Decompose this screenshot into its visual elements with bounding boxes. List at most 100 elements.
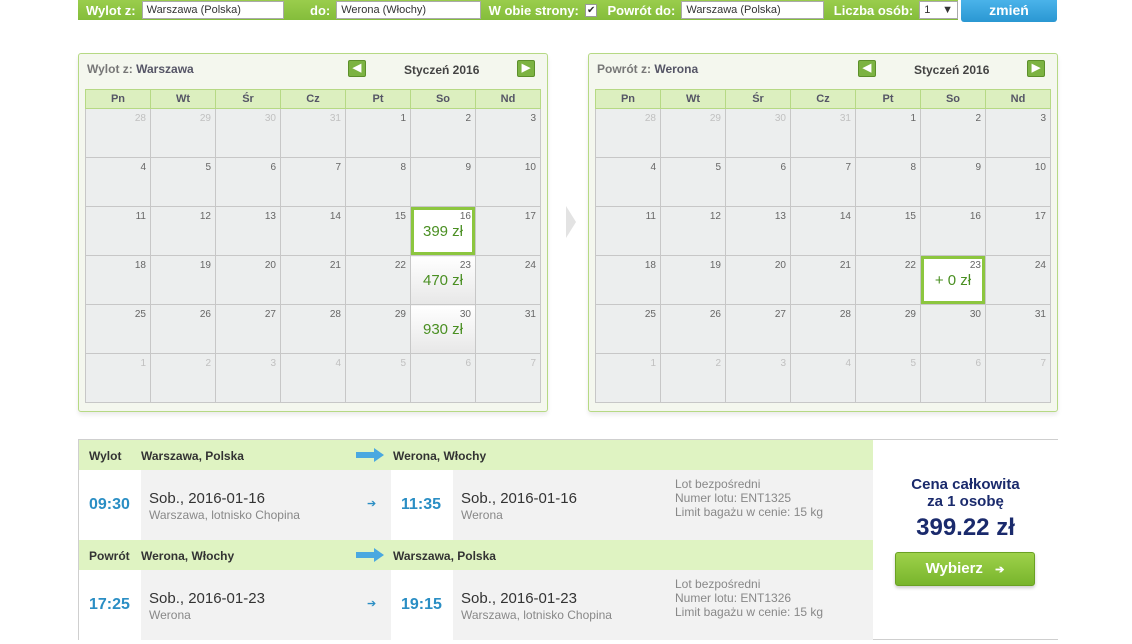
calendar-day[interactable]: 4 <box>85 157 151 207</box>
calendar-day[interactable]: 15 <box>855 206 921 256</box>
calendar-day[interactable]: 14 <box>790 206 856 256</box>
calendar-day[interactable]: 27 <box>725 304 791 354</box>
calendar-day[interactable]: 22 <box>855 255 921 305</box>
roundtrip-checkbox[interactable]: ✔ <box>584 3 598 17</box>
calendar-day[interactable]: 4 <box>595 157 661 207</box>
day-number: 31 <box>524 309 536 320</box>
calendar-day[interactable]: 13 <box>725 206 791 256</box>
calendar-day[interactable]: 2 <box>410 108 476 158</box>
calendar-day[interactable]: 5 <box>150 157 216 207</box>
calendar-day: 31 <box>790 108 856 158</box>
calendar-day[interactable]: 6 <box>725 157 791 207</box>
to-input[interactable]: Werona (Włochy) <box>336 1 481 19</box>
return-title-city: Werona <box>654 62 699 76</box>
calendar-day[interactable]: 24 <box>475 255 541 305</box>
day-number: 10 <box>1034 162 1046 173</box>
select-flight-button[interactable]: Wybierz ➔ <box>895 552 1035 586</box>
day-number: 30 <box>774 113 786 124</box>
day-number: 1 <box>140 358 146 369</box>
calendar-day[interactable]: 30 <box>920 304 986 354</box>
return-input[interactable]: Warszawa (Polska) <box>681 1 824 19</box>
calendar-day[interactable]: 17 <box>475 206 541 256</box>
calendar-day[interactable]: 1 <box>855 108 921 158</box>
outbound-month: Styczeń 2016 <box>404 63 480 77</box>
from-input[interactable]: Warszawa (Polska) <box>141 1 285 19</box>
calendar-day[interactable]: 9 <box>920 157 986 207</box>
calendar-day[interactable]: 18 <box>595 255 661 305</box>
calendar-day[interactable]: 29 <box>345 304 411 354</box>
calendar-day[interactable]: 26 <box>660 304 726 354</box>
persons-select[interactable]: 1 ▼ <box>919 1 959 19</box>
calendar-day[interactable]: 7 <box>280 157 346 207</box>
calendar-day[interactable]: 29 <box>855 304 921 354</box>
calendar-day[interactable]: 31 <box>475 304 541 354</box>
calendar-day: 3 <box>725 353 791 403</box>
calendar-day[interactable]: 26 <box>150 304 216 354</box>
calendar-day[interactable]: 7 <box>790 157 856 207</box>
day-number: 3 <box>1040 113 1046 124</box>
calendar-day: 5 <box>855 353 921 403</box>
calendar-day[interactable]: 11 <box>595 206 661 256</box>
calendar-day[interactable]: 21 <box>790 255 856 305</box>
calendar-day[interactable]: 21 <box>280 255 346 305</box>
day-number: 30 <box>459 309 471 320</box>
return-info-direct: Lot bezpośredni <box>675 577 761 591</box>
change-search-button[interactable]: zmień <box>961 0 1057 22</box>
calendar-day[interactable]: 19 <box>660 255 726 305</box>
calendar-day[interactable]: 22 <box>345 255 411 305</box>
calendar-day[interactable]: 25 <box>85 304 151 354</box>
day-number: 23 <box>459 260 471 271</box>
calendar-day[interactable]: 23 470 zł <box>410 255 476 305</box>
day-price: + 0 zł <box>934 272 972 289</box>
calendar-day[interactable]: 23 + 0 zł <box>920 255 986 305</box>
day-number: 5 <box>715 162 721 173</box>
calendar-day[interactable]: 14 <box>280 206 346 256</box>
calendar-day[interactable]: 20 <box>215 255 281 305</box>
day-number: 14 <box>839 211 851 222</box>
calendar-day[interactable]: 24 <box>985 255 1051 305</box>
calendar-day[interactable]: 25 <box>595 304 661 354</box>
calendar-day[interactable]: 12 <box>660 206 726 256</box>
calendar-day[interactable]: 30 930 zł <box>410 304 476 354</box>
calendar-day[interactable]: 9 <box>410 157 476 207</box>
calendar-day[interactable]: 8 <box>855 157 921 207</box>
arrow-right-icon: ➔ <box>995 564 1005 576</box>
outbound-calendar: Wylot z: Warszawa ◀ Styczeń 2016 ▶ Pn Wt Ś… <box>78 53 548 412</box>
calendar-day[interactable]: 15 <box>345 206 411 256</box>
day-number: 18 <box>644 260 656 271</box>
calendar-day[interactable]: 8 <box>345 157 411 207</box>
calendar-day: 2 <box>150 353 216 403</box>
calendar-day[interactable]: 11 <box>85 206 151 256</box>
calendar-day[interactable]: 3 <box>985 108 1051 158</box>
outbound-arr-place: Werona <box>461 508 503 522</box>
calendar-day[interactable]: 16 <box>920 206 986 256</box>
day-number: 28 <box>134 113 146 124</box>
prev-month-arrow-icon[interactable]: ◀ <box>348 60 366 77</box>
calendar-day[interactable]: 18 <box>85 255 151 305</box>
next-month-arrow-icon[interactable]: ▶ <box>517 60 535 77</box>
day-number: 26 <box>709 309 721 320</box>
total-price-title-line1: Cena całkowita <box>911 476 1020 493</box>
calendar-day[interactable]: 16 399 zł <box>410 206 476 256</box>
calendar-day[interactable]: 10 <box>985 157 1051 207</box>
calendar-day[interactable]: 3 <box>475 108 541 158</box>
calendar-day[interactable]: 20 <box>725 255 791 305</box>
from-label: Wylot z: <box>86 2 136 18</box>
calendar-day[interactable]: 28 <box>280 304 346 354</box>
calendar-day[interactable]: 31 <box>985 304 1051 354</box>
calendar-day[interactable]: 6 <box>215 157 281 207</box>
calendar-day[interactable]: 10 <box>475 157 541 207</box>
prev-month-arrow-icon[interactable]: ◀ <box>858 60 876 77</box>
day-number: 7 <box>530 358 536 369</box>
next-month-arrow-icon[interactable]: ▶ <box>1027 60 1045 77</box>
calendar-day[interactable]: 28 <box>790 304 856 354</box>
calendar-day[interactable]: 27 <box>215 304 281 354</box>
calendar-day[interactable]: 5 <box>660 157 726 207</box>
calendar-day[interactable]: 19 <box>150 255 216 305</box>
calendar-day[interactable]: 1 <box>345 108 411 158</box>
outbound-info-direct: Lot bezpośredni <box>675 477 761 491</box>
calendar-day[interactable]: 2 <box>920 108 986 158</box>
calendar-day[interactable]: 17 <box>985 206 1051 256</box>
calendar-day[interactable]: 13 <box>215 206 281 256</box>
calendar-day[interactable]: 12 <box>150 206 216 256</box>
